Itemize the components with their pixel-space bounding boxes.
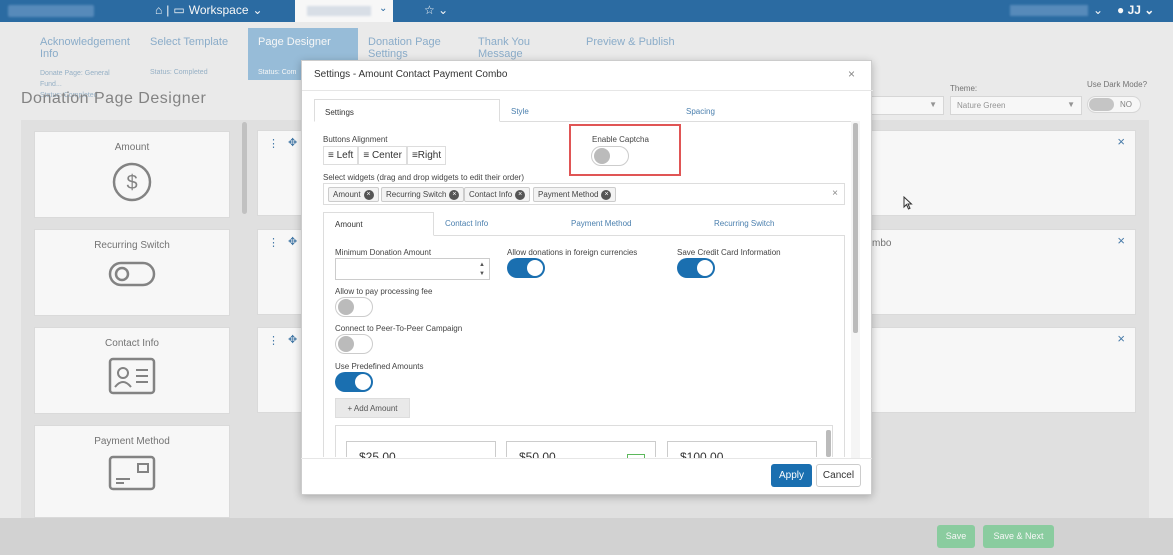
widget-order-field[interactable]: Amount × Recurring Switch × Contact Info × …	[323, 183, 845, 205]
remove-icon[interactable]: ×	[515, 190, 526, 200]
tab-style[interactable]: Style	[511, 99, 529, 122]
align-center-button[interactable]: ≡ Center	[358, 146, 407, 165]
foreign-currency-toggle[interactable]	[507, 258, 545, 278]
amount-value: $50.00	[519, 450, 556, 458]
subtab-amount[interactable]: Amount	[323, 212, 434, 236]
chip-label: Contact Info	[469, 190, 513, 200]
dialog-tabs: Settings Style Spacing	[314, 99, 857, 122]
captcha-toggle[interactable]	[591, 146, 629, 166]
amount-option[interactable]: $100.00	[667, 441, 817, 458]
min-donation-input[interactable]: ▲ ▼	[335, 258, 490, 280]
min-donation-label: Minimum Donation Amount	[335, 248, 432, 257]
p2p-campaign-toggle[interactable]	[335, 334, 373, 354]
clear-icon[interactable]: ×	[832, 188, 838, 199]
dialog-scrollbar[interactable]	[853, 123, 858, 333]
remove-icon[interactable]: ×	[363, 190, 374, 200]
amount-option[interactable]: $50.00	[506, 441, 656, 458]
remove-icon[interactable]: ×	[449, 190, 460, 200]
chip-label: Recurring Switch	[386, 190, 447, 200]
align-right-button[interactable]: ≡Right	[406, 146, 447, 165]
alignment-button-group: ≡ Left ≡ Center ≡Right	[323, 146, 447, 165]
stepper-icon[interactable]: ▲ ▼	[479, 261, 485, 279]
amounts-scrollbar[interactable]	[826, 430, 831, 457]
chip-contact-info[interactable]: Contact Info ×	[464, 187, 531, 202]
subtab-payment-method[interactable]: Payment Method	[571, 212, 631, 236]
align-left-icon: ≡	[328, 150, 334, 161]
chip-label: Payment Method	[538, 190, 599, 200]
processing-fee-toggle[interactable]	[335, 297, 373, 317]
tab-settings[interactable]: Settings	[314, 99, 500, 122]
chip-payment-method[interactable]: Payment Method ×	[533, 187, 617, 202]
align-left-label: Left	[336, 150, 354, 161]
amount-option[interactable]: $25.00	[346, 441, 496, 458]
p2p-campaign-label: Connect to Peer-To-Peer Campaign	[335, 324, 463, 333]
subtab-recurring-switch[interactable]: Recurring Switch	[714, 212, 774, 236]
tab-spacing[interactable]: Spacing	[686, 99, 715, 122]
save-card-label: Save Credit Card Information	[677, 248, 781, 257]
add-amount-button[interactable]: + Add Amount	[335, 398, 410, 418]
predefined-amounts-toggle[interactable]	[335, 372, 373, 392]
align-left-button[interactable]: ≡ Left	[323, 146, 359, 165]
cancel-button[interactable]: Cancel	[816, 464, 861, 487]
buttons-alignment-label: Buttons Alignment	[323, 135, 388, 144]
processing-fee-label: Allow to pay processing fee	[335, 287, 433, 296]
amount-value: $100.00	[680, 450, 724, 458]
foreign-currency-label: Allow donations in foreign currencies	[507, 248, 638, 257]
select-widgets-label: Select widgets (drag and drop widgets to…	[323, 173, 524, 182]
chip-label: Amount	[333, 190, 361, 200]
subtab-contact-info[interactable]: Contact Info	[445, 212, 488, 236]
apply-button[interactable]: Apply	[771, 464, 812, 487]
align-right-label: Right	[417, 150, 442, 161]
enable-captcha-label: Enable Captcha	[592, 135, 649, 144]
dialog-title: Settings - Amount Contact Payment Combo	[314, 69, 508, 80]
chip-recurring-switch[interactable]: Recurring Switch ×	[381, 187, 465, 202]
chip-amount[interactable]: Amount ×	[328, 187, 379, 202]
widget-subtabs: Amount Contact Info Payment Method Recur…	[323, 212, 845, 236]
predefined-amounts-label: Use Predefined Amounts	[335, 362, 424, 371]
close-icon[interactable]: ×	[848, 67, 855, 81]
amount-value: $25.00	[359, 450, 396, 458]
align-center-label: Center	[371, 150, 402, 161]
remove-icon[interactable]: ×	[601, 190, 612, 200]
save-card-toggle[interactable]	[677, 258, 715, 278]
align-center-icon: ≡	[363, 150, 370, 161]
